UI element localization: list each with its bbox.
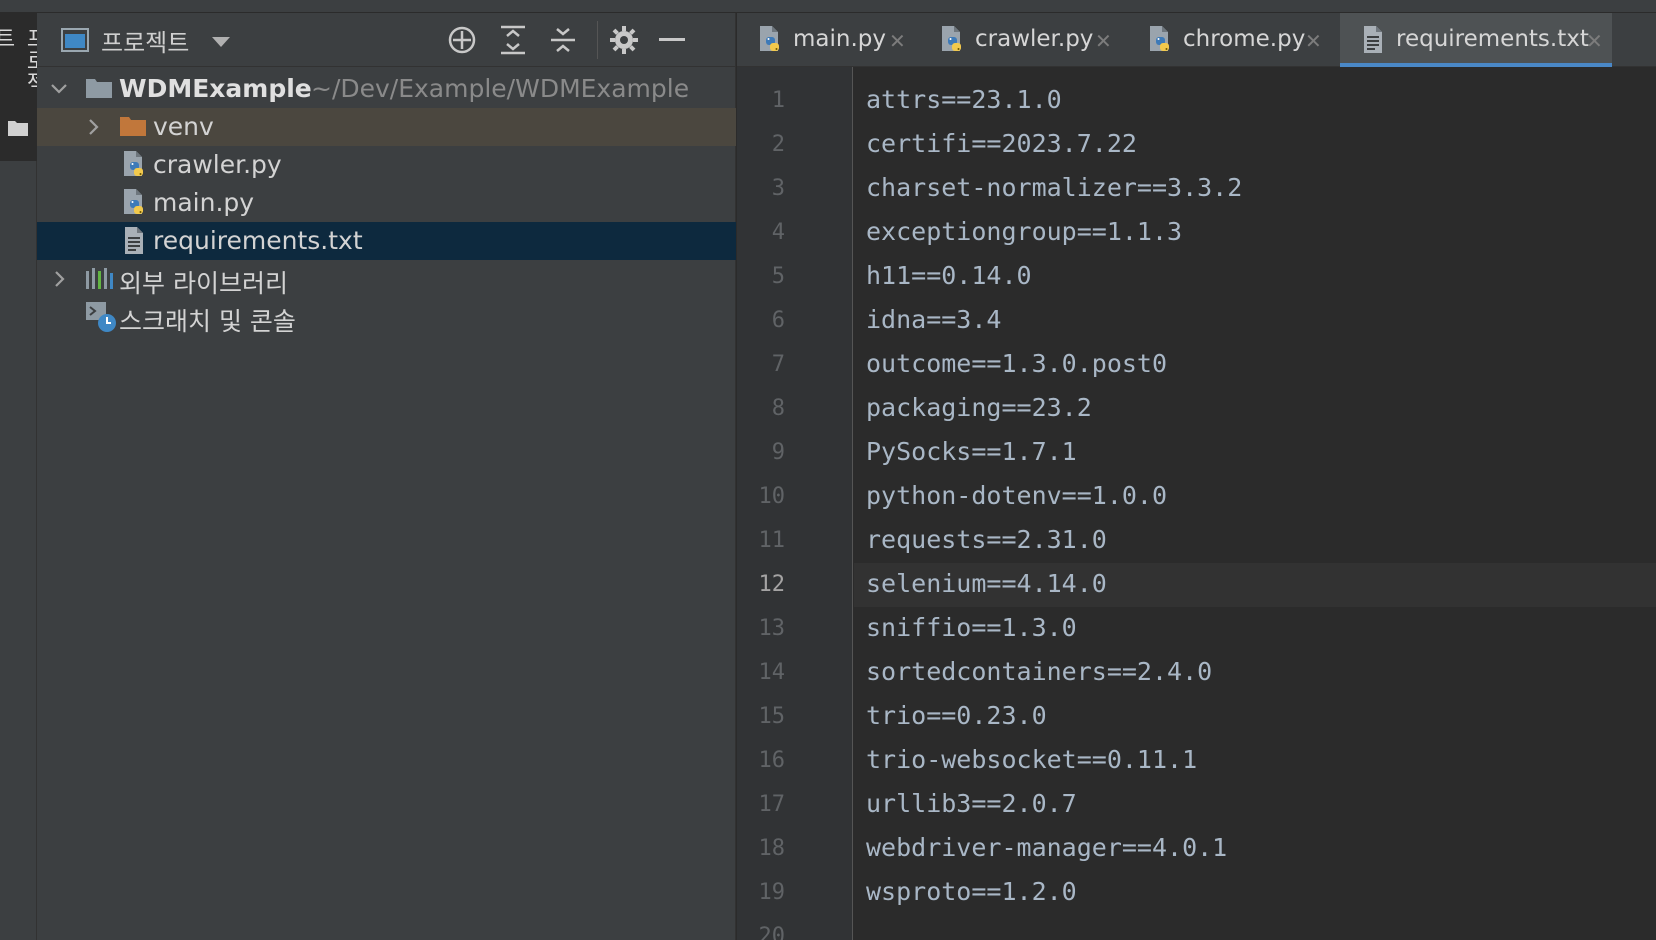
close-icon[interactable]: ✕ — [889, 29, 906, 53]
expand-all-icon[interactable] — [499, 25, 527, 55]
chevron-right-icon[interactable] — [83, 117, 103, 137]
close-icon[interactable]: ✕ — [1586, 29, 1603, 53]
folder-icon — [8, 121, 28, 136]
tree-item-label: 스크래치 및 콘솔 — [119, 307, 296, 336]
tab-label: chrome.py — [1183, 26, 1306, 52]
close-icon[interactable]: ✕ — [1305, 29, 1322, 53]
ide-window: 프로젝트 프로젝트 WDMExample ~/Dev/Example/WDMEx… — [0, 0, 1656, 940]
text-file-icon — [1360, 25, 1386, 55]
tree-row-requirements[interactable]: requirements.txt — [37, 222, 736, 260]
code-line: attrs==23.1.0 — [866, 85, 1062, 114]
panel-title[interactable]: 프로젝트 — [101, 23, 189, 58]
code-line: sniffio==1.3.0 — [866, 613, 1077, 642]
python-file-icon — [121, 150, 147, 180]
tree-row-root[interactable]: WDMExample ~/Dev/Example/WDMExample — [37, 70, 736, 108]
tree-item-label: 외부 라이브러리 — [119, 269, 288, 298]
code-line: sortedcontainers==2.4.0 — [866, 657, 1213, 686]
tab-requirements-txt[interactable]: requirements.txt ✕ — [1340, 13, 1612, 67]
code-line: PySocks==1.7.1 — [866, 437, 1077, 466]
root-folder-name: WDMExample — [119, 74, 312, 103]
line-number: 14 — [758, 660, 786, 685]
tab-chrome-py[interactable]: chrome.py ✕ — [1127, 13, 1327, 67]
line-number: 18 — [758, 836, 786, 861]
code-line: idna==3.4 — [866, 305, 1002, 334]
tree-row-external-libraries[interactable]: 외부 라이브러리 — [37, 260, 736, 298]
scratch-console-icon — [86, 302, 116, 332]
folder-icon — [86, 79, 112, 98]
line-number: 20 — [758, 924, 786, 940]
line-number: 13 — [758, 616, 786, 641]
line-number: 15 — [758, 704, 786, 729]
project-tool-tab[interactable]: 프로젝트 — [0, 13, 47, 161]
collapse-all-icon[interactable] — [549, 25, 577, 55]
line-number: 7 — [771, 352, 785, 377]
code-line: exceptiongroup==1.1.3 — [866, 217, 1183, 246]
tab-label: crawler.py — [975, 26, 1094, 52]
project-panel-header: 프로젝트 — [37, 13, 736, 67]
title-strip — [0, 0, 1656, 13]
code-line: packaging==23.2 — [866, 393, 1092, 422]
line-number: 8 — [771, 396, 785, 421]
line-number: 1 — [771, 88, 785, 113]
line-number: 17 — [758, 792, 786, 817]
line-number: 5 — [771, 264, 785, 289]
tree-row-scratches[interactable]: 스크래치 및 콘솔 — [37, 298, 736, 336]
code-line: outcome==1.3.0.post0 — [866, 349, 1168, 378]
python-file-icon — [757, 25, 783, 55]
tree-row-crawler[interactable]: crawler.py — [37, 146, 736, 184]
tab-main-py[interactable]: main.py ✕ — [737, 13, 909, 67]
gear-icon[interactable] — [609, 25, 639, 55]
tool-window-strip: 프로젝트 — [0, 13, 47, 940]
root-folder-path: ~/Dev/Example/WDMExample — [311, 74, 690, 103]
code-line: trio-websocket==0.11.1 — [866, 745, 1198, 774]
code-line: webdriver-manager==4.0.1 — [866, 833, 1228, 862]
tree-row-venv[interactable]: venv — [37, 108, 736, 146]
header-divider — [597, 21, 598, 59]
code-line: h11==0.14.0 — [866, 261, 1032, 290]
code-line: certifi==2023.7.22 — [866, 129, 1137, 158]
code-line: charset-normalizer==3.3.2 — [866, 173, 1243, 202]
line-number: 4 — [771, 220, 785, 245]
crosshair-icon[interactable] — [447, 25, 477, 55]
line-number: 16 — [758, 748, 786, 773]
project-tool-label: 프로젝트 — [0, 27, 47, 93]
chevron-down-icon[interactable] — [211, 35, 231, 49]
line-number: 9 — [771, 440, 785, 465]
python-file-icon — [939, 25, 965, 55]
line-number: 10 — [758, 484, 786, 509]
minimize-icon[interactable] — [659, 37, 685, 43]
tab-label: requirements.txt — [1396, 26, 1589, 52]
tree-item-label: crawler.py — [153, 150, 282, 179]
code-line: requests==2.31.0 — [866, 525, 1107, 554]
code-line: selenium==4.14.0 — [866, 569, 1107, 598]
tab-crawler-py[interactable]: crawler.py ✕ — [919, 13, 1115, 67]
line-number: 19 — [758, 880, 786, 905]
editor-area: main.py ✕ crawler.py ✕ chrome.py ✕ requi… — [737, 13, 1656, 940]
library-icon — [86, 268, 113, 289]
line-number: 2 — [771, 132, 785, 157]
close-icon[interactable]: ✕ — [1095, 29, 1112, 53]
folder-icon — [120, 117, 146, 136]
tree-item-label: main.py — [153, 188, 255, 217]
tree-item-label: requirements.txt — [153, 226, 363, 255]
code-line: urllib3==2.0.7 — [866, 789, 1077, 818]
code-line: python-dotenv==1.0.0 — [866, 481, 1168, 510]
python-file-icon — [121, 188, 147, 218]
python-file-icon — [1147, 25, 1173, 55]
editor-tab-bar: main.py ✕ crawler.py ✕ chrome.py ✕ requi… — [737, 13, 1656, 67]
chevron-down-icon[interactable] — [49, 79, 69, 99]
text-file-icon — [121, 226, 147, 256]
code-line: wsproto==1.2.0 — [866, 877, 1077, 906]
project-view-icon — [61, 28, 89, 52]
line-number: 11 — [758, 528, 786, 553]
line-number: 6 — [771, 308, 785, 333]
tree-row-main[interactable]: main.py — [37, 184, 736, 222]
chevron-right-icon[interactable] — [49, 269, 69, 289]
tree-item-label: venv — [153, 112, 214, 141]
tab-label: main.py — [793, 26, 886, 52]
line-number: 3 — [771, 176, 785, 201]
code-line: trio==0.23.0 — [866, 701, 1047, 730]
line-number: 12 — [758, 572, 786, 597]
project-panel: 프로젝트 WDMExample ~/Dev/Example/WDMExample… — [37, 13, 736, 940]
